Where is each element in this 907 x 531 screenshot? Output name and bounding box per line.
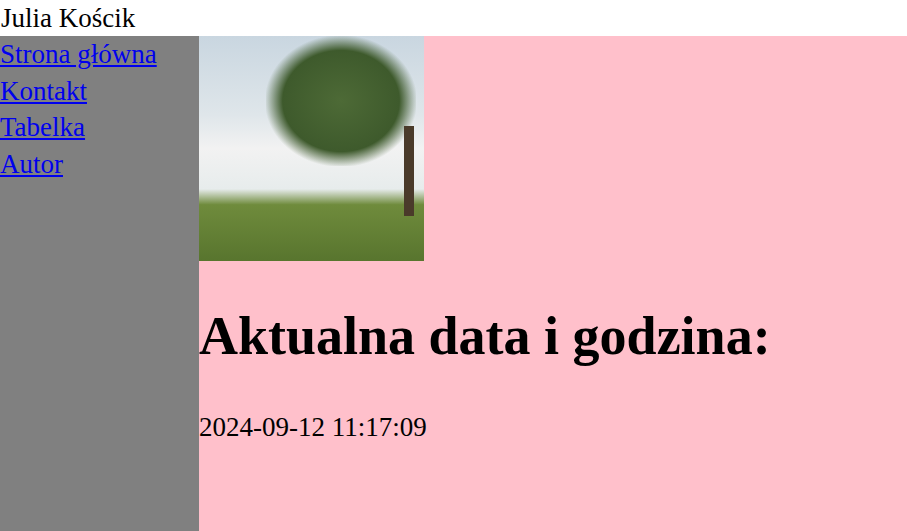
current-datetime: 2024-09-12 11:17:09 bbox=[199, 409, 907, 445]
page-header: Julia Kościk bbox=[0, 0, 907, 36]
sidebar: Strona głównaKontaktTabelkaAutor bbox=[0, 36, 199, 531]
main-content: Aktualna data i godzina: 2024-09-12 11:17… bbox=[199, 36, 907, 531]
sidebar-link[interactable]: Autor bbox=[0, 146, 199, 183]
building-photo bbox=[199, 36, 424, 261]
sidebar-link[interactable]: Kontakt bbox=[0, 73, 199, 110]
sidebar-link[interactable]: Tabelka bbox=[0, 109, 199, 146]
author-name: Julia Kościk bbox=[1, 3, 135, 33]
heading: Aktualna data i godzina: bbox=[199, 305, 907, 367]
sidebar-link[interactable]: Strona główna bbox=[0, 36, 199, 73]
